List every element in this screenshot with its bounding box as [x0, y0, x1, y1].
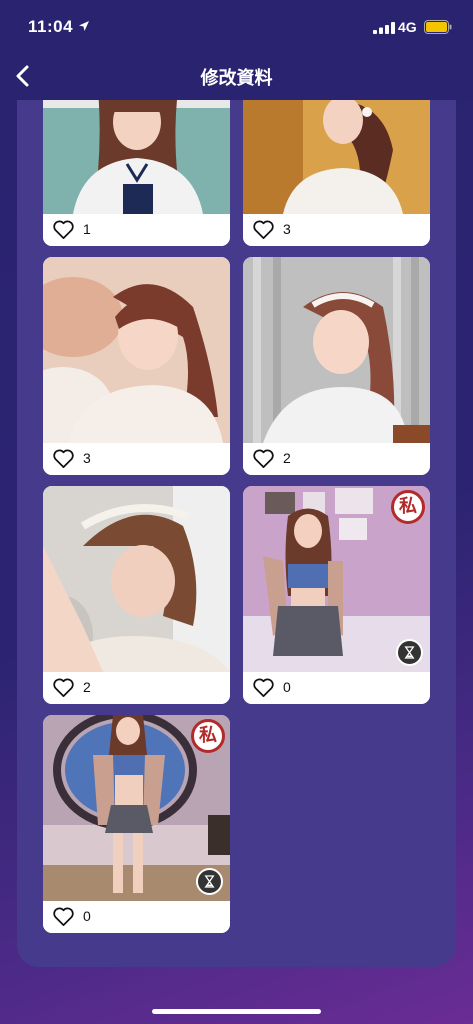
like-row: 2 — [43, 672, 230, 704]
hourglass-icon — [396, 639, 423, 666]
photo-card[interactable]: 1 — [43, 100, 230, 246]
heart-icon[interactable] — [252, 219, 275, 240]
heart-icon[interactable] — [52, 219, 75, 240]
photo-card[interactable]: 2 — [243, 257, 430, 475]
like-count: 3 — [283, 221, 291, 237]
like-row: 0 — [43, 901, 230, 933]
photo-image[interactable] — [43, 257, 230, 443]
network-type: 4G — [398, 19, 417, 35]
photo-image[interactable] — [243, 257, 430, 443]
heart-icon[interactable] — [52, 448, 75, 469]
page-title: 修改資料 — [200, 68, 273, 89]
like-count: 3 — [83, 450, 91, 466]
like-count: 0 — [83, 908, 91, 924]
like-count: 2 — [83, 679, 91, 695]
heart-icon[interactable] — [252, 448, 275, 469]
private-badge: 私 — [191, 719, 225, 753]
photo-grid-panel[interactable]: 1 3 3 2 2 私 0 私 0 — [17, 100, 456, 967]
status-time: 11:04 — [28, 17, 74, 36]
photo-card[interactable]: 私 0 — [43, 715, 230, 933]
home-indicator[interactable] — [152, 1009, 321, 1014]
heart-icon[interactable] — [52, 906, 75, 927]
like-row: 3 — [243, 214, 430, 246]
like-count: 2 — [283, 450, 291, 466]
heart-icon[interactable] — [252, 677, 275, 698]
photo-image[interactable] — [243, 100, 430, 214]
photo-card[interactable]: 3 — [43, 257, 230, 475]
like-row: 0 — [243, 672, 430, 704]
like-count: 1 — [83, 221, 91, 237]
location-arrow-icon — [79, 21, 89, 31]
photo-card[interactable]: 3 — [243, 100, 430, 246]
like-row: 2 — [243, 443, 430, 475]
heart-icon[interactable] — [52, 677, 75, 698]
nav-bar: 修改資料 — [0, 54, 473, 100]
battery-icon — [424, 20, 452, 34]
photo-image[interactable] — [43, 100, 230, 214]
photo-card[interactable]: 2 — [43, 486, 230, 704]
signal-bars-icon — [373, 22, 395, 34]
status-bar: 11:04 4G — [0, 0, 473, 54]
like-row: 1 — [43, 214, 230, 246]
private-badge: 私 — [391, 490, 425, 524]
photo-image[interactable] — [43, 486, 230, 672]
like-row: 3 — [43, 443, 230, 475]
hourglass-icon — [196, 868, 223, 895]
like-count: 0 — [283, 679, 291, 695]
photo-card[interactable]: 私 0 — [243, 486, 430, 704]
